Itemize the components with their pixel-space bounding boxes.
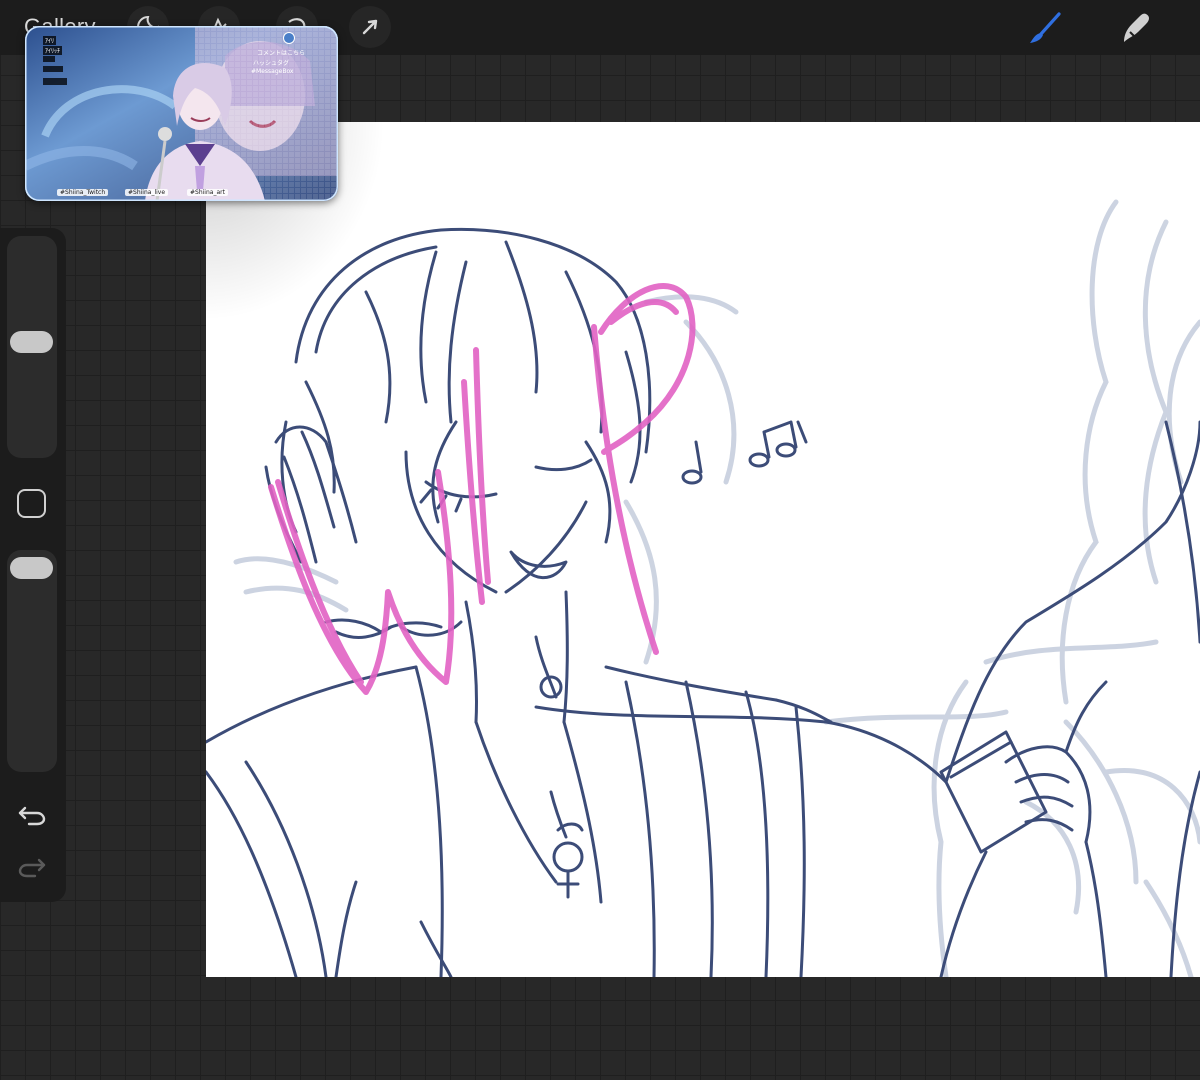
opacity-handle[interactable] [10,557,53,579]
overlay-text: #MessageBox [251,68,294,75]
brush-icon[interactable] [1025,8,1065,48]
badge-icon [283,32,295,44]
left-sidebar [0,228,66,902]
arrow-icon[interactable] [349,6,391,48]
hud-tag-box [43,78,67,85]
modify-button[interactable] [17,489,46,518]
hud-tag: ｱｲﾘｯﾁ [43,46,63,55]
drawing-canvas[interactable] [206,122,1200,977]
overlay-text: ハッシュタグ [253,60,290,67]
undo-icon[interactable] [14,800,50,830]
bottom-tag: #Shiina_art [187,189,228,196]
sketch-artwork [206,199,1200,977]
reference-window[interactable]: ｱｲﾘ ｱｲﾘｯﾁ コメントはこちら ハッシュタグ #MessageBox #S… [25,26,338,201]
hud-tag-box [43,56,55,62]
opacity-slider[interactable] [7,550,57,772]
smudge-icon[interactable] [1116,8,1156,48]
hud-tag: ｱｲﾘ [43,36,57,45]
bottom-tag: #Shiina_live [125,189,169,196]
bottom-tag: #Shiina_Twitch [57,189,109,196]
overlay-text: コメントはこちら [257,50,306,57]
redo-icon[interactable] [14,852,50,882]
brush-size-handle[interactable] [10,331,53,353]
hud-tag-box [43,66,63,72]
